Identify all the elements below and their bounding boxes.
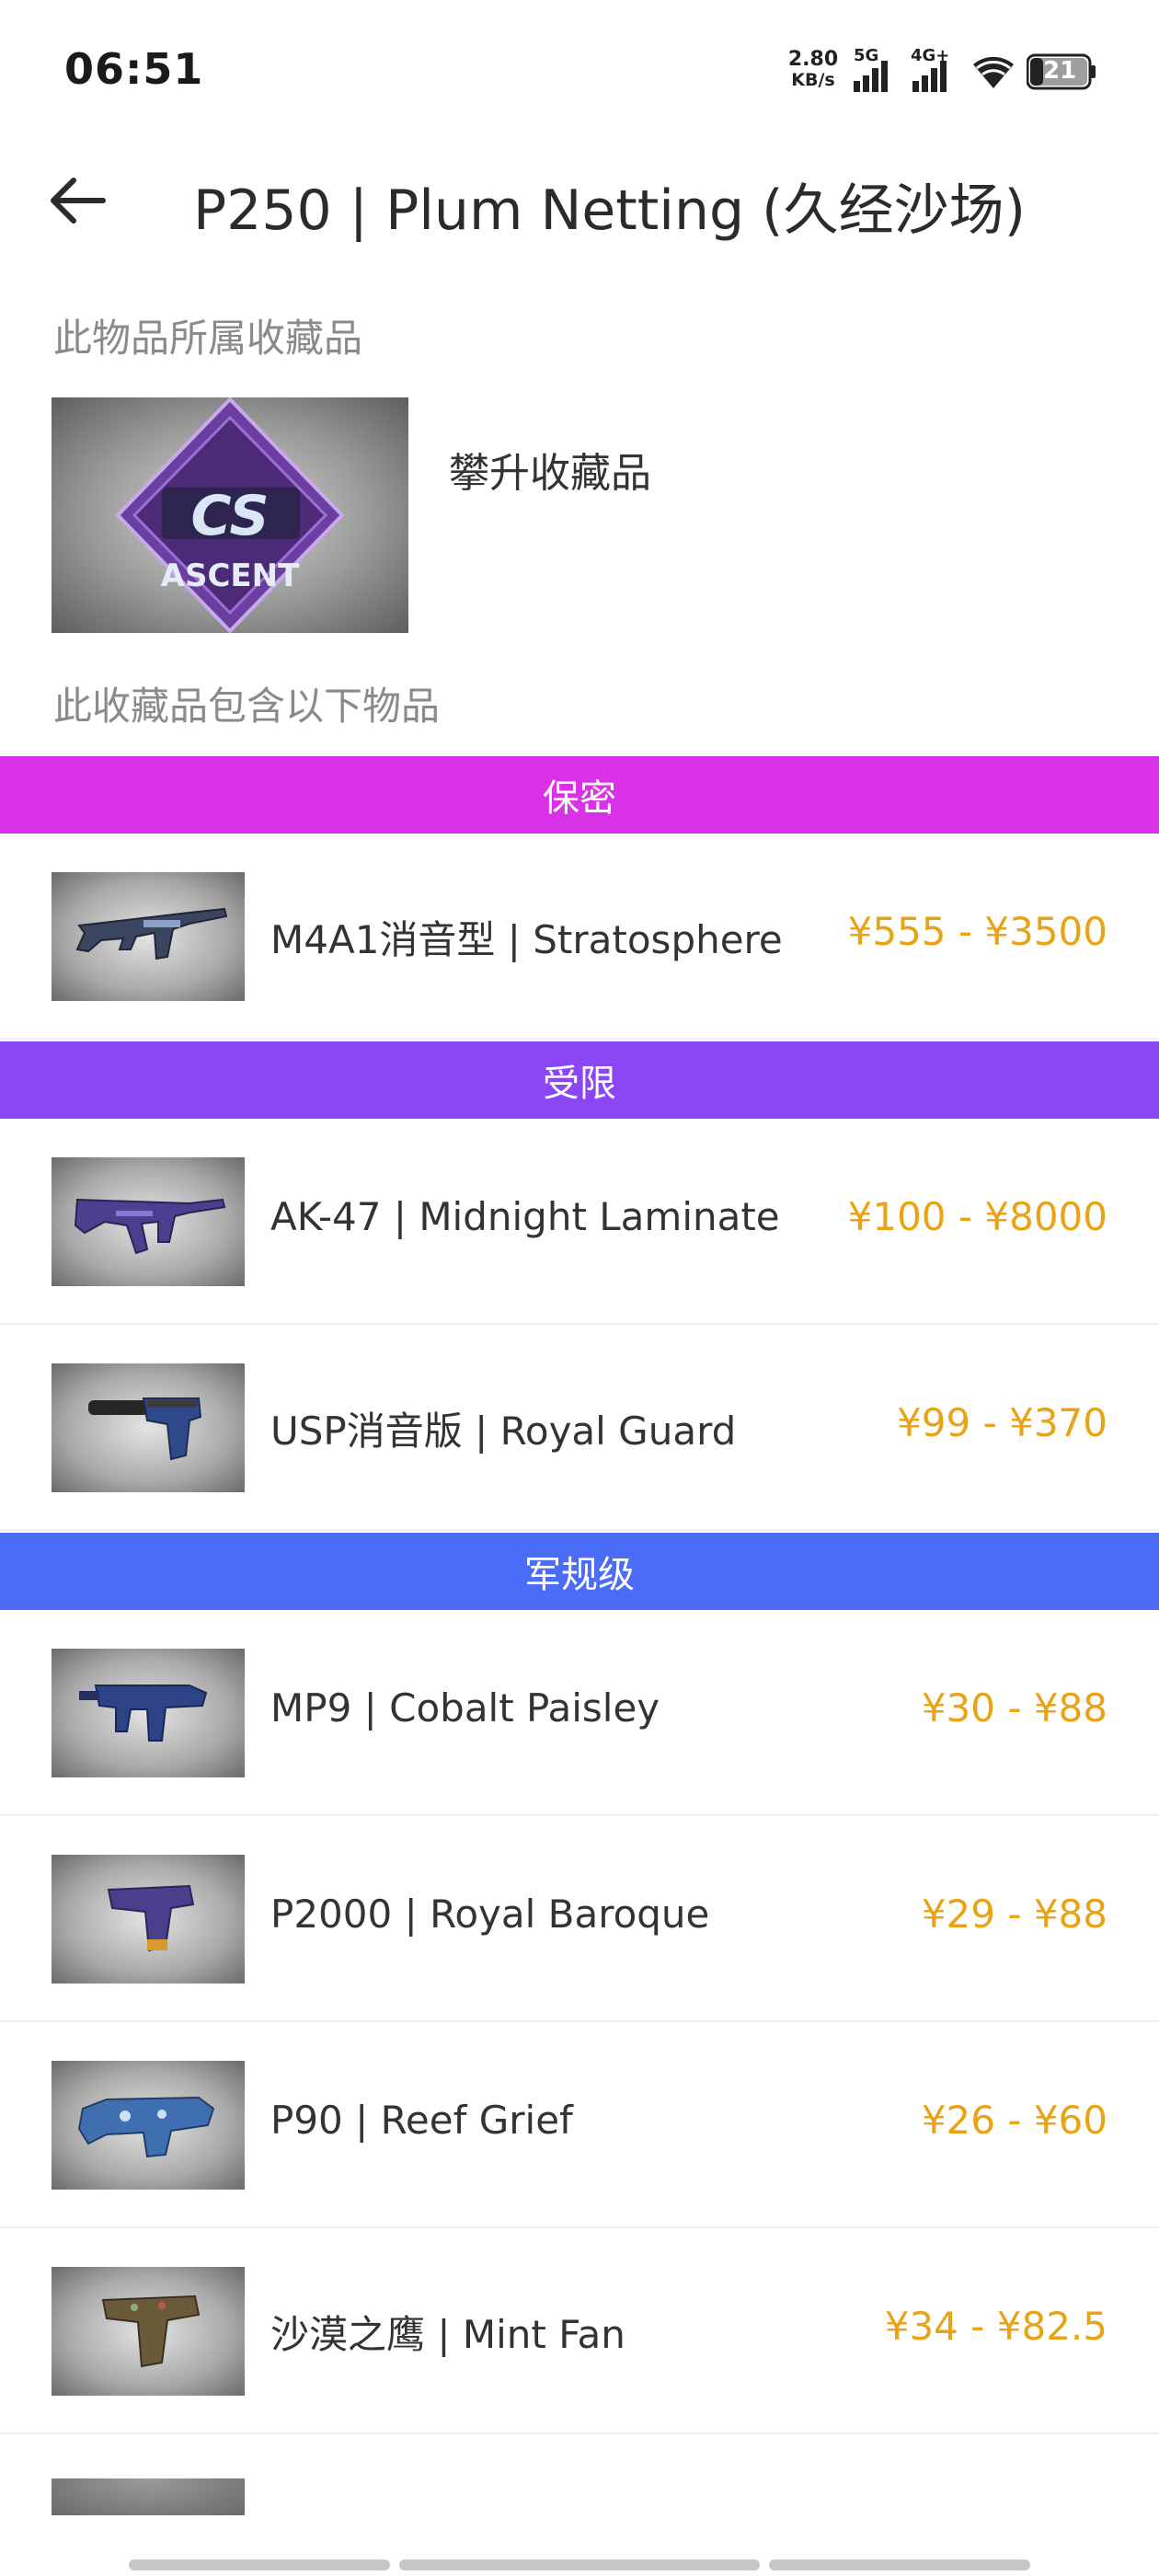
item-thumbnail xyxy=(52,1157,245,1286)
item-thumbnail xyxy=(52,1855,245,1984)
collection-logo-text: CS xyxy=(190,484,270,548)
item-row[interactable]: P2000 | Royal Baroque ¥29 - ¥88 xyxy=(0,1816,1159,2022)
item-price: ¥29 - ¥88 xyxy=(921,1892,1107,1937)
item-name: P2000 | Royal Baroque xyxy=(270,1892,710,1937)
network-speed: 2.80 KB/s xyxy=(786,48,841,91)
item-name: AK-47 | Midnight Laminate xyxy=(270,1194,780,1239)
network-speed-unit: KB/s xyxy=(791,70,835,90)
item-row[interactable]: USP消音版 | Royal Guard ¥99 - ¥370 xyxy=(0,1325,1159,1531)
item-thumbnail xyxy=(52,872,245,1001)
contents-section-label: 此收藏品包含以下物品 xyxy=(53,684,441,729)
item-thumbnail xyxy=(52,1363,245,1492)
nav-handle-center[interactable] xyxy=(399,2559,760,2570)
item-thumbnail xyxy=(52,1649,245,1777)
collection-name[interactable]: 攀升收藏品 xyxy=(449,440,651,499)
rifle-icon xyxy=(75,907,228,960)
item-name: 沙漠之鹰 | Mint Fan xyxy=(270,2312,625,2357)
rifle-icon xyxy=(74,1198,226,1255)
battery-level: 21 xyxy=(1043,57,1077,85)
rarity-header-covert: 保密 xyxy=(0,756,1159,834)
item-row[interactable]: AK-47 | Midnight Laminate ¥100 - ¥8000 xyxy=(0,1119,1159,1325)
item-row[interactable]: MP9 | Cobalt Paisley ¥30 - ¥88 xyxy=(0,1610,1159,1816)
rarity-header-classified: 受限 xyxy=(0,1041,1159,1119)
page-title: P250 | Plum Netting (久经沙场) xyxy=(193,178,1026,243)
wifi-icon xyxy=(973,56,1014,88)
item-price: ¥100 - ¥8000 xyxy=(847,1194,1107,1239)
collection-logo-subtext: ASCENT xyxy=(160,558,300,594)
pistol-icon xyxy=(88,1397,202,1461)
item-price: ¥34 - ¥82.5 xyxy=(884,2304,1107,2349)
rarity-header-mil-spec: 军规级 xyxy=(0,1533,1159,1610)
network-speed-value: 2.80 xyxy=(787,48,839,71)
signal-strength-icon-2 xyxy=(912,61,947,92)
collection-logo-image[interactable]: CS ASCENT xyxy=(52,397,408,633)
item-price: ¥99 - ¥370 xyxy=(897,1400,1107,1445)
signal-strength-icon xyxy=(854,61,888,92)
pistol-icon xyxy=(101,2294,201,2368)
item-row[interactable]: 沙漠之鹰 | Mint Fan ¥34 - ¥82.5 xyxy=(0,2228,1159,2434)
item-price: ¥26 - ¥60 xyxy=(921,2098,1107,2143)
item-thumbnail xyxy=(52,2478,245,2515)
status-time: 06:51 xyxy=(64,44,204,94)
item-row[interactable]: M4A1消音型 | Stratosphere ¥555 - ¥3500 xyxy=(0,834,1159,1040)
back-button[interactable] xyxy=(40,164,114,237)
item-thumbnail xyxy=(52,2061,245,2190)
status-bar: 06:51 2.80 KB/s 5G 4G+ 21 xyxy=(0,0,1159,138)
arrow-left-icon xyxy=(51,178,106,224)
item-row[interactable]: P90 | Reef Grief ¥26 - ¥60 xyxy=(0,2022,1159,2228)
item-row-partial[interactable] xyxy=(0,2478,1159,2515)
pistol-icon xyxy=(107,1884,195,1952)
nav-handle-left xyxy=(129,2559,390,2570)
item-price: ¥30 - ¥88 xyxy=(921,1685,1107,1731)
smg-icon xyxy=(79,1685,208,1742)
nav-handle-right xyxy=(769,2559,1030,2570)
item-name: USP消音版 | Royal Guard xyxy=(270,1409,737,1454)
item-thumbnail xyxy=(52,2267,245,2396)
app-header: P250 | Plum Netting (久经沙场) xyxy=(0,147,1159,258)
item-name: M4A1消音型 | Stratosphere xyxy=(270,917,783,962)
item-name: MP9 | Cobalt Paisley xyxy=(270,1685,660,1731)
item-name: P90 | Reef Grief xyxy=(270,2098,573,2143)
collection-section-label: 此物品所属收藏品 xyxy=(53,316,363,361)
smg-icon xyxy=(77,2096,215,2158)
item-price: ¥555 - ¥3500 xyxy=(847,909,1107,954)
battery-icon: 21 xyxy=(1026,53,1096,90)
